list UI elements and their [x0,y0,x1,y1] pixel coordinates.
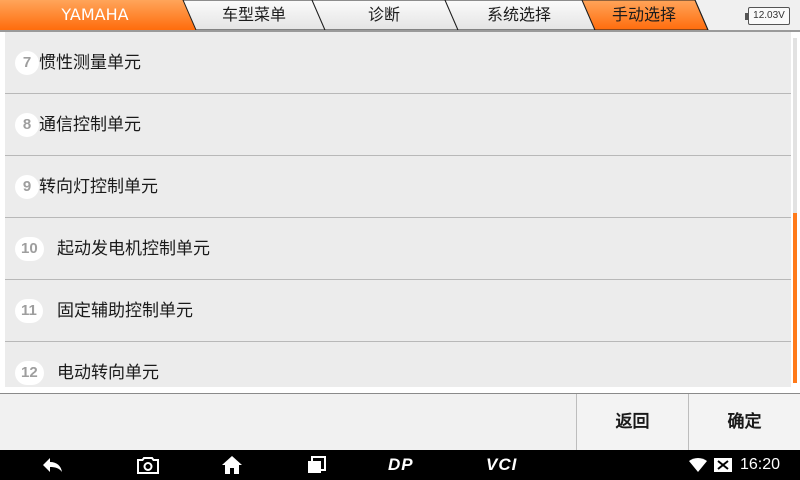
item-number-badge: 10 [15,237,44,261]
list-item[interactable]: 11 固定辅助控制单元 [5,280,791,342]
item-number-badge: 12 [15,361,44,385]
list-item[interactable]: 7 惯性测量单元 [5,32,791,94]
item-label: 通信控制单元 [39,115,141,135]
item-label: 电动转向单元 [57,363,159,383]
no-sim-icon [713,454,733,476]
item-number-badge: 8 [15,113,39,137]
dp-app-icon[interactable]: DP [388,450,414,480]
system-list-container[interactable]: 7 惯性测量单元 8 通信控制单元 9 转向灯控制单元 10 起动发电机控制单元… [0,30,800,387]
crumb-system-select[interactable]: 系统选择 [450,0,588,30]
battery-voltage-badge: 12.03V [745,7,790,25]
crumb-yamaha[interactable]: YAMAHA [0,0,190,30]
list-item[interactable]: 12 电动转向单元 [5,342,791,387]
crumb-diagnosis[interactable]: 诊断 [318,0,450,30]
camera-icon[interactable] [136,454,160,476]
item-number-badge: 11 [15,299,43,323]
home-icon[interactable] [220,454,244,476]
list-item[interactable]: 9 转向灯控制单元 [5,156,791,218]
system-nav-bar: DP VCI 16:20 [0,450,800,480]
status-clock: 16:20 [740,456,781,473]
breadcrumb: YAMAHA 车型菜单 诊断 系统选择 手动选择 12.03V [0,0,800,30]
item-label: 惯性测量单元 [39,53,141,73]
item-number-badge: 9 [15,175,39,199]
action-bar-spacer [0,394,576,450]
back-icon[interactable] [40,454,64,476]
list-item[interactable]: 8 通信控制单元 [5,94,791,156]
item-label: 转向灯控制单元 [39,177,158,197]
list-item[interactable]: 10 起动发电机控制单元 [5,218,791,280]
item-label: 固定辅助控制单元 [57,301,193,321]
item-number-badge: 7 [15,51,39,75]
scrollbar-thumb[interactable] [793,213,797,383]
confirm-button[interactable]: 确定 [688,394,800,450]
crumb-model-menu[interactable]: 车型菜单 [190,0,318,30]
crumb-manual-select[interactable]: 手动选择 [588,0,700,30]
back-button[interactable]: 返回 [576,394,688,450]
wifi-icon [688,454,708,476]
recent-apps-icon[interactable] [305,454,329,476]
action-bar: 返回 确定 [0,393,800,450]
item-label: 起动发电机控制单元 [57,239,210,259]
system-list: 7 惯性测量单元 8 通信控制单元 9 转向灯控制单元 10 起动发电机控制单元… [5,32,791,387]
vci-app-icon[interactable]: VCI [486,450,517,480]
battery-voltage-value: 12.03V [753,10,785,21]
